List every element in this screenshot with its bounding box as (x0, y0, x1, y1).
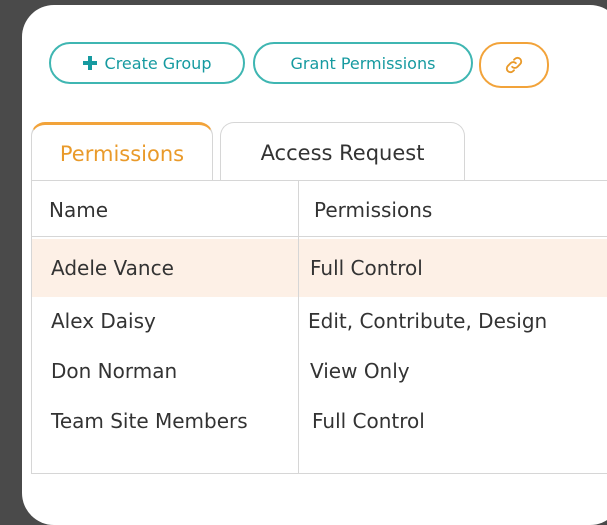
permissions-panel: Create Group Grant Permissions Permissio… (22, 5, 607, 525)
column-divider (298, 181, 299, 473)
table-row[interactable]: Adele Vance Full Control (32, 239, 607, 297)
row-permissions: View Only (310, 359, 410, 383)
grant-permissions-button[interactable]: Grant Permissions (253, 42, 473, 84)
row-permissions: Full Control (310, 256, 423, 280)
tab-access-request[interactable]: Access Request (220, 122, 465, 182)
table-row[interactable]: Team Site Members Full Control (32, 397, 607, 447)
create-group-label: Create Group (104, 53, 212, 73)
tab-permissions[interactable]: Permissions (31, 122, 213, 182)
tab-access-request-label: Access Request (260, 140, 425, 165)
row-permissions: Edit, Contribute, Design (308, 309, 548, 333)
column-header-permissions: Permissions (314, 198, 433, 222)
plus-icon (82, 56, 97, 70)
row-name: Team Site Members (51, 409, 248, 433)
create-group-button[interactable]: Create Group (49, 42, 245, 84)
row-permissions: Full Control (312, 409, 425, 433)
row-name: Adele Vance (51, 256, 174, 280)
row-name: Don Norman (51, 359, 178, 383)
table-row[interactable]: Alex Daisy Edit, Contribute, Design (32, 297, 607, 347)
copy-link-button[interactable] (479, 42, 549, 88)
link-icon (505, 56, 523, 74)
table-row[interactable]: Don Norman View Only (32, 347, 607, 397)
permissions-table: Name Permissions Adele Vance Full Contro… (31, 180, 607, 474)
tab-permissions-label: Permissions (59, 141, 185, 166)
row-name: Alex Daisy (51, 309, 156, 333)
grant-permissions-label: Grant Permissions (290, 53, 436, 73)
table-header-row: Name Permissions (32, 181, 607, 237)
column-header-name: Name (49, 198, 109, 222)
